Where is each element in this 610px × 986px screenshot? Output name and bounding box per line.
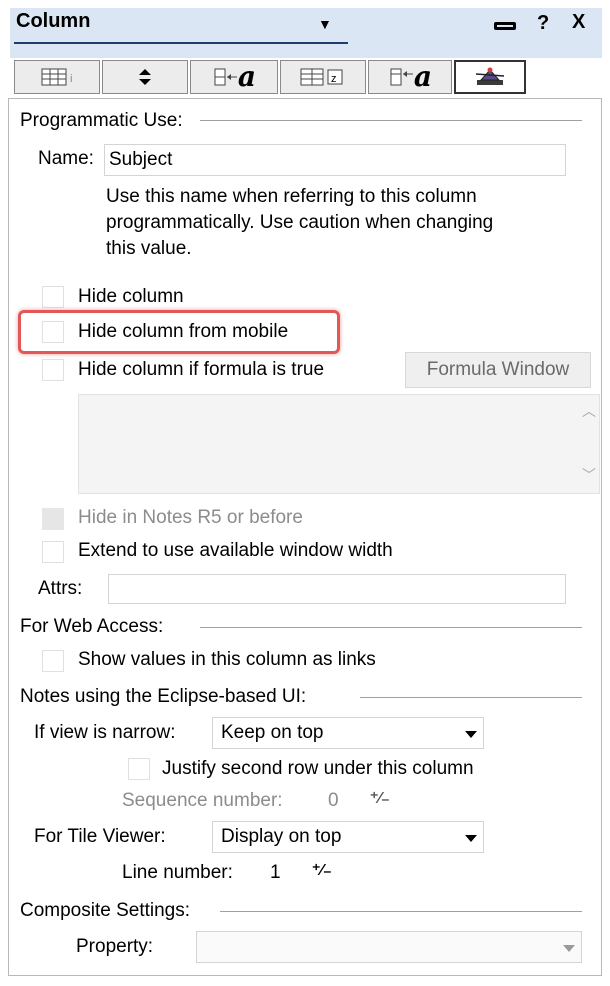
eclipse-legend: Notes using the Eclipse-based UI: [20, 686, 313, 708]
name-help-line-2: programmatically. Use caution when chang… [106, 212, 494, 233]
group-rule [200, 627, 582, 628]
chevron-down-icon[interactable] [465, 835, 477, 842]
number-format-icon: z [300, 68, 343, 86]
attrs-label: Attrs: [38, 578, 83, 599]
group-rule [220, 911, 582, 912]
formula-scrollbar[interactable]: ︿ ﹀ [576, 395, 599, 493]
programmatic-legend: Programmatic Use: [20, 110, 189, 132]
hide-r5-checkbox [42, 508, 64, 530]
sort-icon [139, 69, 151, 85]
panel-title[interactable]: Column [16, 10, 90, 33]
scroll-down-icon[interactable]: ﹀ [582, 465, 596, 485]
sequence-value: 0 [328, 790, 339, 811]
name-help-line-1: Use this name when referring to this col… [106, 186, 477, 207]
tab-strip: i a z a [14, 60, 526, 96]
hide-formula-checkbox[interactable] [42, 359, 64, 381]
hide-column-checkbox[interactable] [42, 286, 64, 308]
table-info-icon: i [41, 68, 72, 86]
group-rule [200, 120, 582, 121]
formula-textarea[interactable] [78, 394, 600, 494]
name-field[interactable]: Subject [104, 144, 566, 176]
close-icon[interactable]: X [572, 11, 585, 34]
tab-number-format[interactable]: z [280, 60, 366, 94]
formula-window-button[interactable]: Formula Window [405, 352, 591, 388]
group-rule [360, 697, 582, 698]
property-select [196, 931, 582, 963]
svg-text:z: z [331, 73, 337, 85]
font-a-icon: a [237, 60, 257, 93]
chevron-down-icon [563, 945, 575, 952]
scroll-up-icon[interactable]: ︿ [582, 401, 596, 421]
hide-mobile-checkbox[interactable] [42, 321, 64, 343]
show-links-label: Show values in this column as links [78, 649, 376, 670]
chevron-down-icon[interactable]: ▼ [318, 16, 332, 32]
property-label: Property: [76, 936, 154, 957]
hide-formula-label: Hide column if formula is true [78, 359, 325, 380]
tab-sort[interactable] [102, 60, 188, 94]
tab-info[interactable]: i [14, 60, 100, 94]
title-font-a-icon: a [413, 60, 433, 93]
tile-viewer-value: Display on top [221, 826, 342, 847]
chevron-down-icon[interactable] [465, 731, 477, 738]
hide-r5-label: Hide in Notes R5 or before [78, 507, 303, 528]
advanced-hat-icon [475, 67, 505, 85]
attrs-field[interactable] [108, 574, 566, 604]
sequence-spinner-icon[interactable]: ⁺∕₋ [370, 788, 390, 808]
minimize-icon[interactable] [494, 22, 516, 30]
column-font-icon [214, 68, 237, 86]
line-number-label: Line number: [122, 862, 233, 883]
narrow-value: Keep on top [221, 722, 324, 743]
help-icon[interactable]: ? [537, 12, 549, 35]
title-underline [14, 42, 348, 44]
svg-text:i: i [70, 73, 72, 85]
hide-mobile-label: Hide column from mobile [78, 321, 289, 342]
justify-checkbox[interactable] [128, 758, 150, 780]
line-number-value[interactable]: 1 [270, 862, 281, 884]
title-font-icon [390, 68, 413, 86]
justify-label: Justify second row under this column [162, 758, 474, 779]
extend-width-checkbox[interactable] [42, 541, 64, 563]
hide-column-label: Hide column [78, 286, 184, 307]
show-links-checkbox[interactable] [42, 650, 64, 672]
tile-viewer-label: For Tile Viewer: [34, 826, 166, 847]
tile-viewer-select[interactable]: Display on top [212, 821, 484, 853]
tab-title-font[interactable]: a [368, 60, 452, 94]
web-access-legend: For Web Access: [20, 616, 170, 638]
narrow-select[interactable]: Keep on top [212, 717, 484, 749]
name-label: Name: [38, 148, 94, 169]
extend-width-label: Extend to use available window width [78, 540, 393, 561]
tab-advanced[interactable] [454, 60, 526, 94]
title-bar [10, 8, 602, 58]
name-help-line-3: this value. [106, 238, 192, 259]
composite-legend: Composite Settings: [20, 900, 197, 922]
sequence-label: Sequence number: [122, 790, 283, 811]
line-number-spinner-icon[interactable]: ⁺∕₋ [312, 860, 332, 880]
narrow-label: If view is narrow: [34, 722, 176, 743]
tab-font[interactable]: a [190, 60, 278, 94]
